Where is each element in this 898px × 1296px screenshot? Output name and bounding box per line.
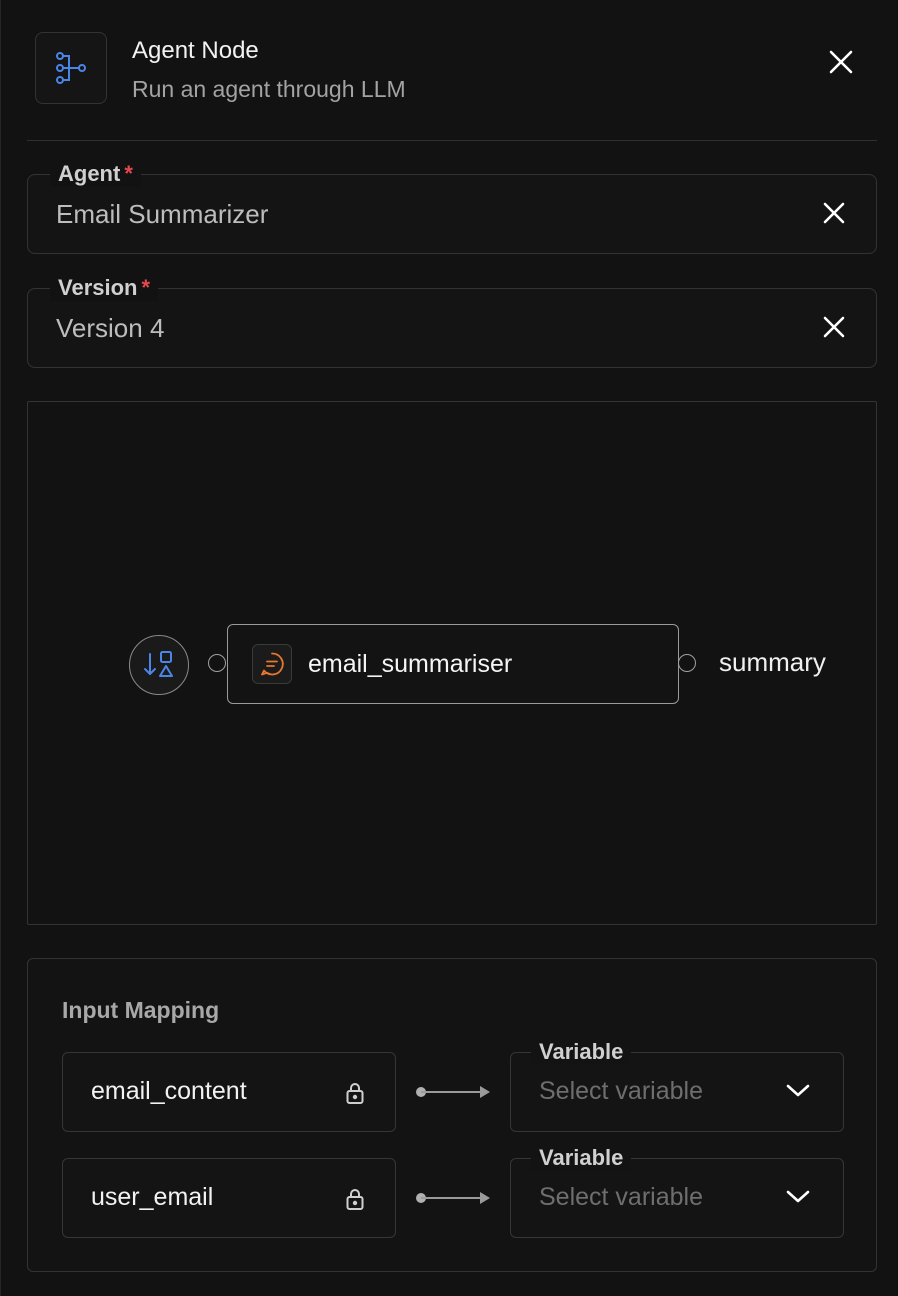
agent-node-label: email_summariser [308, 649, 513, 678]
close-icon [829, 50, 853, 74]
version-field-label: Version * [50, 275, 159, 301]
chevron-down-icon [786, 1084, 810, 1097]
agent-node-panel: Agent Node Run an agent through LLM Agen… [0, 0, 898, 1296]
start-node[interactable] [129, 635, 189, 695]
required-mark: * [141, 275, 151, 300]
workflow-icon [35, 32, 107, 104]
input-port[interactable] [208, 654, 226, 672]
variable-label: Variable [531, 1039, 632, 1065]
mapping-arrow-icon [416, 1086, 490, 1098]
version-clear-button[interactable] [816, 309, 852, 345]
agent-field[interactable]: Agent * Email Summarizer [27, 161, 877, 254]
lock-icon [346, 1189, 364, 1210]
input-field-user-email: user_email [62, 1158, 396, 1238]
agent-node[interactable]: email_summariser [227, 624, 679, 704]
mapping-arrow-icon [416, 1192, 490, 1204]
output-label: summary [719, 647, 826, 677]
version-field[interactable]: Version * Version 4 [27, 275, 877, 368]
input-name: email_content [91, 1077, 247, 1105]
variable-placeholder: Select variable [539, 1077, 703, 1105]
input-mapping-title: Input Mapping [62, 997, 220, 1023]
close-icon [823, 316, 845, 338]
agent-field-value: Email Summarizer [56, 199, 269, 229]
chat-message-icon [252, 644, 292, 684]
lock-icon [346, 1083, 364, 1104]
input-mapping-section: Input Mapping email_content Variable Sel… [27, 958, 877, 1272]
input-name: user_email [91, 1183, 214, 1211]
variable-label: Variable [531, 1145, 632, 1171]
input-field-email-content: email_content [62, 1052, 396, 1132]
sort-shapes-icon [144, 651, 173, 677]
panel-subtitle: Run an agent through LLM [132, 76, 406, 102]
variable-select-user-email[interactable]: Variable Select variable [510, 1145, 844, 1238]
panel-title: Agent Node [132, 37, 259, 64]
close-panel-button[interactable] [819, 40, 863, 84]
chevron-down-icon [786, 1190, 810, 1203]
output-port[interactable] [678, 654, 696, 672]
agent-clear-button[interactable] [816, 195, 852, 231]
required-mark: * [124, 161, 133, 186]
variable-placeholder: Select variable [539, 1183, 703, 1211]
flow-canvas[interactable]: email_summariser summary [27, 401, 877, 925]
version-field-value: Version 4 [56, 313, 165, 343]
variable-select-email-content[interactable]: Variable Select variable [510, 1039, 844, 1132]
agent-field-label: Agent * [50, 161, 141, 187]
header-divider [27, 140, 877, 141]
close-icon [823, 202, 845, 224]
